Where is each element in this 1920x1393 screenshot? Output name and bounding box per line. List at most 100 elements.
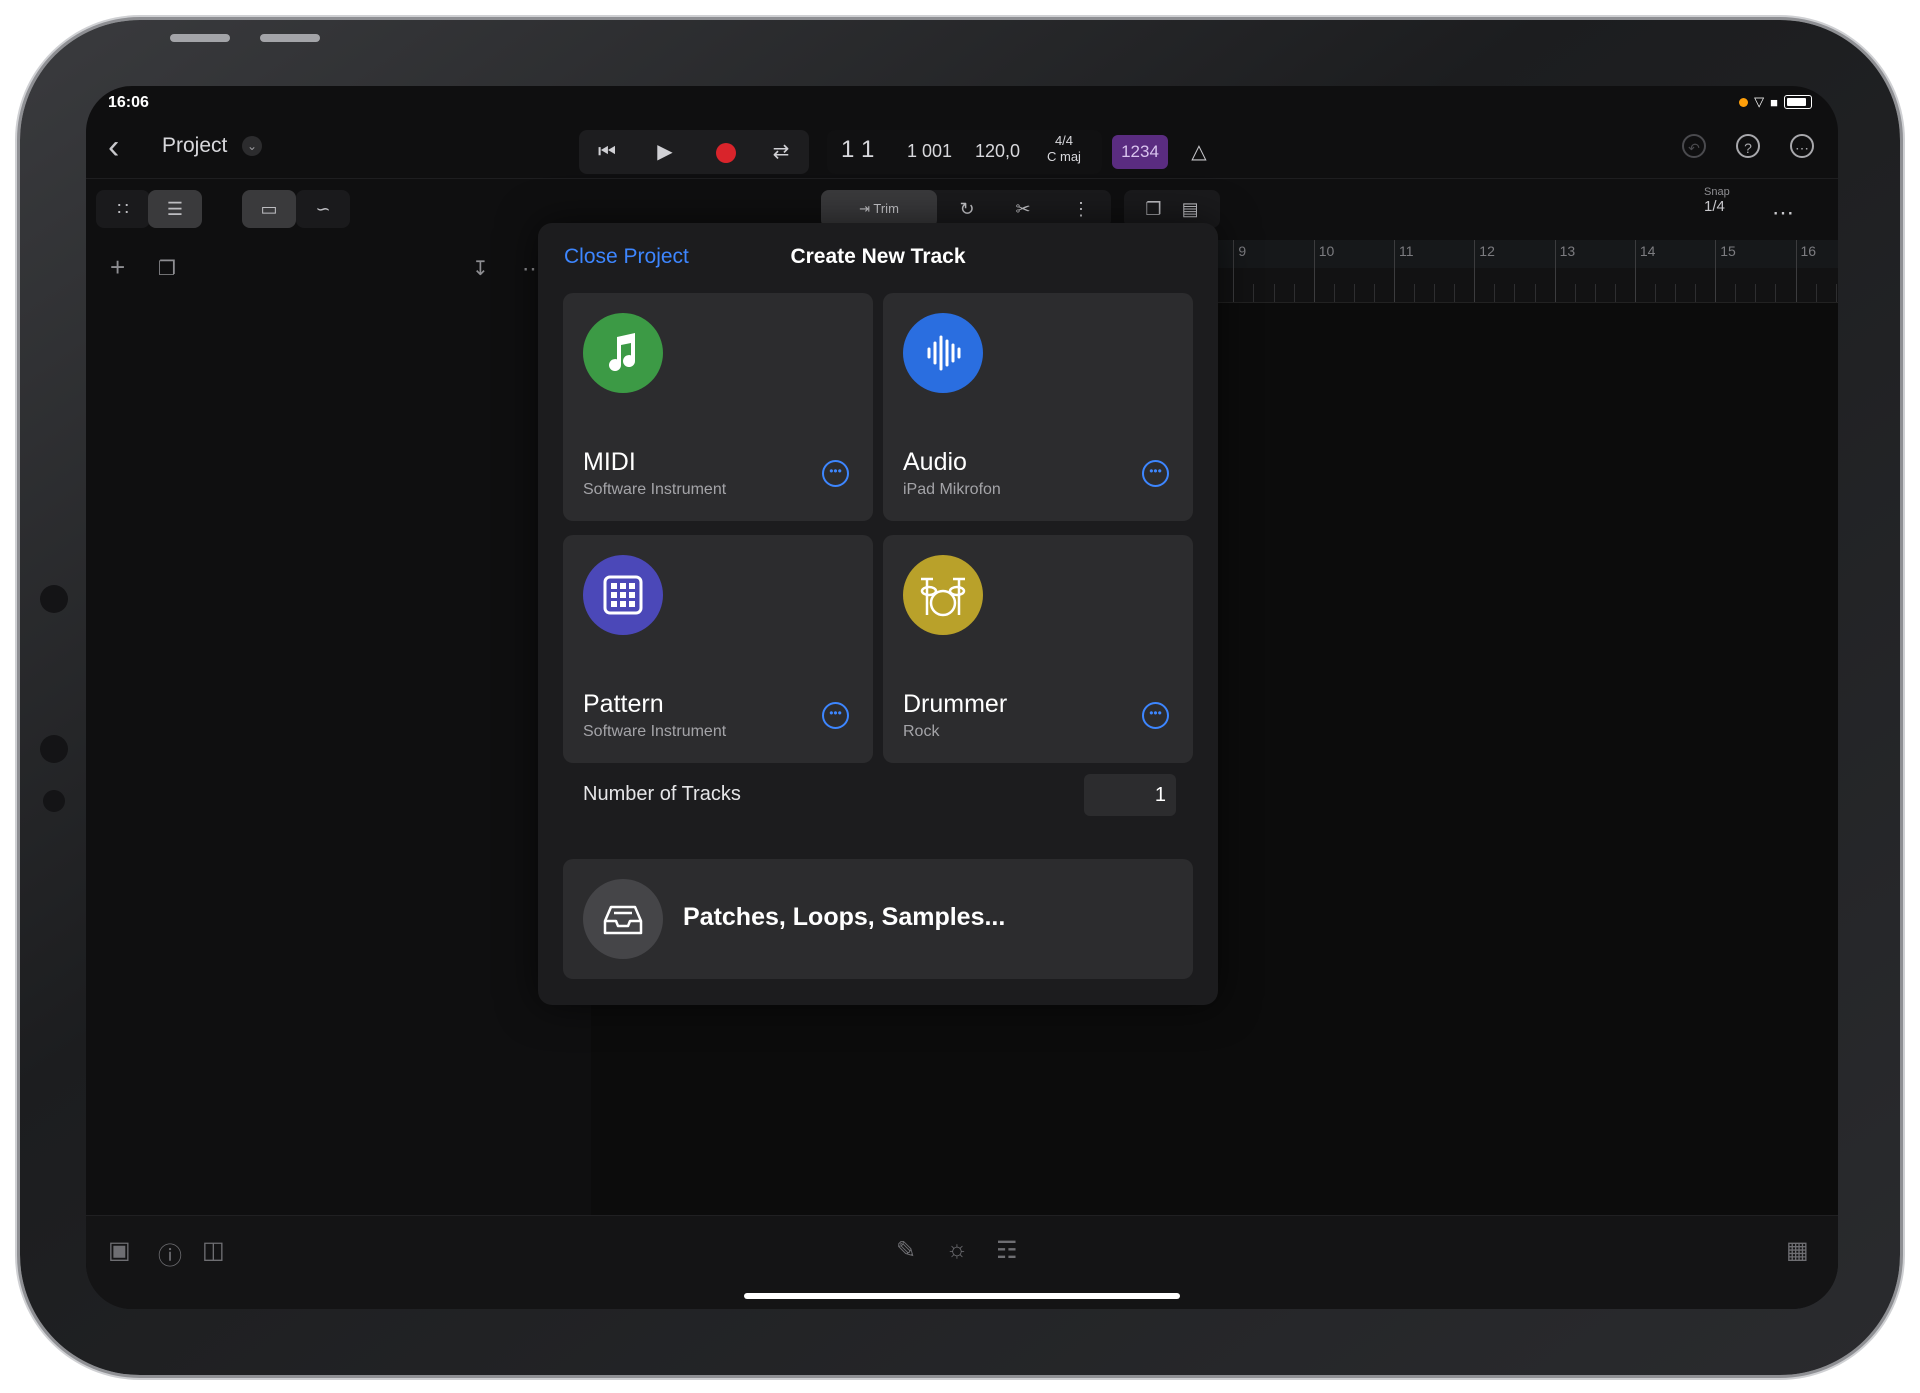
- volume-button: [170, 34, 230, 42]
- info-icon[interactable]: ⓘ: [158, 1236, 182, 1271]
- ruler-tick: [1755, 284, 1757, 302]
- lcd-signature: 4/4 C maj: [1047, 133, 1081, 165]
- top-bar: ‹ Project ⌄ ⏮ ▶ ⇄ 1 1 1 001 120,0 4/4 C …: [86, 120, 1838, 179]
- card-midi[interactable]: MIDI Software Instrument •••: [563, 293, 873, 521]
- toolbar-more-icon[interactable]: ⋯: [1772, 200, 1795, 226]
- ellipsis-icon[interactable]: •••: [1142, 702, 1169, 729]
- sensor: [43, 790, 65, 812]
- ruler-tick: [1695, 284, 1697, 302]
- circle: [903, 555, 983, 635]
- ruler-bar-number: 11: [1399, 243, 1414, 259]
- go-to-start-icon[interactable]: ⏮: [579, 130, 635, 174]
- ruler-tick: [1614, 284, 1616, 302]
- grid-pad-icon: [603, 575, 643, 615]
- card-subtitle: iPad Mikrofon: [903, 481, 1001, 498]
- chevron-left-icon[interactable]: ‹: [108, 130, 119, 164]
- lcd-position-ticks: 1 001: [907, 141, 953, 161]
- mixer-icon[interactable]: ☶: [996, 1236, 1018, 1265]
- number-of-tracks-field[interactable]: 1: [1084, 774, 1176, 816]
- tracks-view-icon[interactable]: ☰: [148, 190, 202, 228]
- patches-loops-samples-button[interactable]: Patches, Loops, Samples...: [563, 859, 1193, 979]
- ruler-bar-number: 13: [1559, 243, 1576, 259]
- sensor: [40, 735, 68, 763]
- region-view-icon[interactable]: ▭: [242, 190, 296, 228]
- chevron-down-icon[interactable]: ⌄: [242, 136, 262, 156]
- volume-button: [260, 34, 320, 42]
- lock-icon: ■: [1770, 94, 1778, 110]
- duplicate-icon[interactable]: ❐: [1145, 199, 1161, 219]
- cycle-icon[interactable]: ⇄: [753, 130, 809, 174]
- ruler-tick: [1414, 284, 1416, 302]
- lcd-position-bars: 1 1: [841, 136, 875, 163]
- modal-title: Create New Track: [790, 245, 966, 268]
- snap-control[interactable]: Snap 1/4: [1704, 186, 1730, 215]
- record-icon[interactable]: [716, 143, 736, 163]
- ruler-bar-number: 12: [1479, 243, 1495, 259]
- home-indicator[interactable]: [744, 1293, 1180, 1299]
- ruler-tick: [1333, 284, 1335, 302]
- card-title: Audio: [903, 448, 967, 476]
- ruler-tick: [1574, 284, 1576, 302]
- ruler-bar: 9: [1233, 240, 1246, 302]
- card-drummer[interactable]: Drummer Rock •••: [883, 535, 1193, 763]
- card-audio[interactable]: Audio iPad Mikrofon •••: [883, 293, 1193, 521]
- browser-icon[interactable]: ▣: [108, 1236, 131, 1265]
- header-actions: ↶ ? ⋯: [1682, 134, 1814, 158]
- project-title[interactable]: Project: [162, 134, 227, 158]
- mic-indicator-icon: [1739, 97, 1749, 107]
- music-note-icon: [609, 333, 636, 372]
- lcd-display[interactable]: 1 1 1 001 120,0 4/4 C maj: [827, 130, 1102, 174]
- paste-icon[interactable]: ▤: [1182, 199, 1199, 219]
- card-subtitle: Software Instrument: [583, 481, 727, 498]
- status-icons: ▽ ■: [1739, 94, 1812, 110]
- ruler-tick: [1735, 284, 1737, 302]
- ruler-bar: 14: [1634, 240, 1655, 302]
- plugin-icon[interactable]: ☼: [946, 1236, 968, 1264]
- lcd-tempo: 120,0: [975, 141, 1021, 161]
- key-signature: C maj: [1047, 149, 1081, 164]
- ruler-tick: [1654, 284, 1656, 302]
- time-signature: 4/4: [1054, 133, 1074, 148]
- ruler-tick: [1775, 284, 1777, 302]
- waveform-icon: [927, 335, 961, 371]
- more-icon[interactable]: ⋯: [1790, 134, 1814, 158]
- ruler-tick: [1534, 284, 1536, 302]
- wifi-icon: ▽: [1754, 94, 1765, 109]
- keyboard-icon[interactable]: ▦: [1786, 1236, 1809, 1265]
- ruler-tick: [1273, 284, 1275, 302]
- duplicate-track-icon[interactable]: ❐: [158, 256, 176, 281]
- ruler-tick: [1454, 284, 1456, 302]
- grid-view-icon[interactable]: ∷: [96, 190, 150, 228]
- ellipsis-icon[interactable]: •••: [822, 702, 849, 729]
- create-track-modal: Close Project Create New Track MIDI Soft…: [538, 223, 1218, 1005]
- ellipsis-icon[interactable]: •••: [822, 460, 849, 487]
- metronome-icon[interactable]: △: [1179, 130, 1219, 174]
- transport-bar: ⏮ ▶ ⇄ 1 1 1 001 120,0 4/4 C maj 1234 △: [579, 130, 1659, 174]
- patches-label: Patches, Loops, Samples...: [683, 903, 1006, 931]
- card-subtitle: Software Instrument: [583, 723, 727, 740]
- card-title: MIDI: [583, 448, 636, 476]
- import-icon[interactable]: ↧: [472, 256, 489, 281]
- tray-icon: [603, 905, 643, 935]
- pencil-icon[interactable]: ✎: [896, 1236, 916, 1265]
- undo-icon[interactable]: ↶: [1682, 134, 1706, 158]
- count-in-button[interactable]: 1234: [1112, 135, 1168, 169]
- ellipsis-icon[interactable]: •••: [1142, 460, 1169, 487]
- trim-label: Trim: [873, 201, 899, 216]
- play-icon[interactable]: ▶: [637, 130, 693, 174]
- ruler-bar-number: 14: [1639, 243, 1656, 259]
- ruler-bar: 16: [1795, 240, 1816, 302]
- status-time: 16:06: [108, 94, 149, 111]
- ruler-bar-number: 10: [1318, 243, 1335, 259]
- ruler-tick: [1373, 284, 1375, 302]
- ruler-bar: 15: [1715, 240, 1736, 302]
- ruler-bar: 13: [1554, 240, 1575, 302]
- ruler-bar: 11: [1394, 240, 1414, 302]
- help-icon[interactable]: ?: [1736, 134, 1760, 158]
- card-title: Pattern: [583, 690, 664, 718]
- card-pattern[interactable]: Pattern Software Instrument •••: [563, 535, 873, 763]
- sidebar-icon[interactable]: ◫: [202, 1236, 225, 1265]
- ruler-tick: [1675, 284, 1677, 302]
- automation-icon[interactable]: ∽: [296, 190, 350, 228]
- add-track-icon[interactable]: +: [110, 252, 125, 283]
